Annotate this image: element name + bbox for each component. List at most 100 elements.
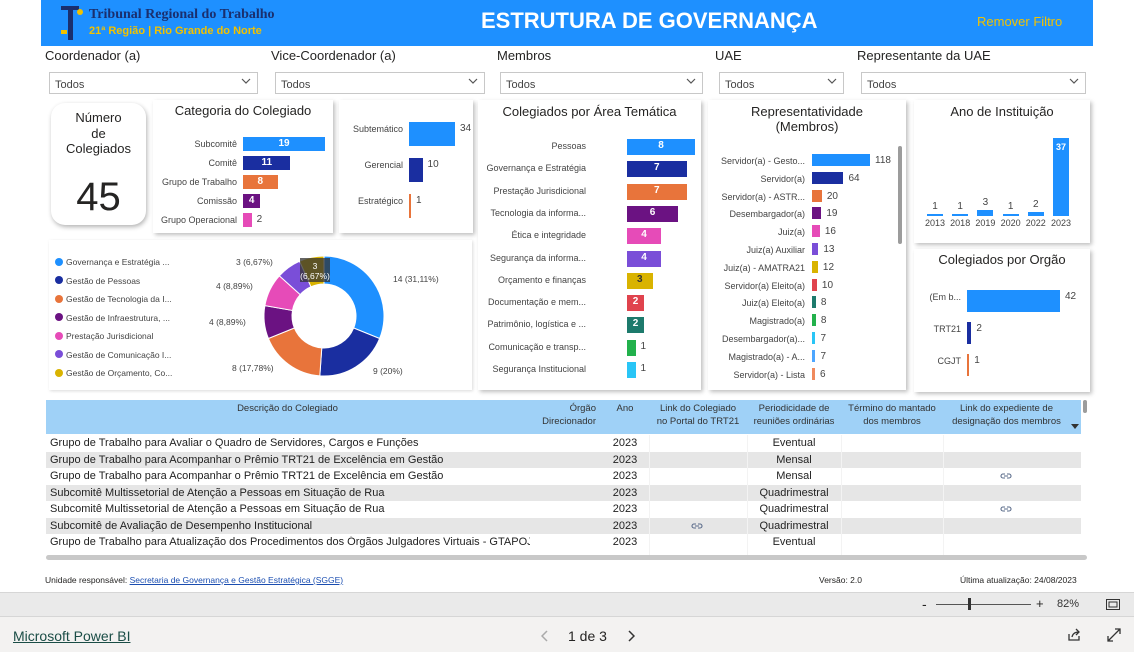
bar-category-label: Patrimônio, logística e ... [487,319,586,330]
powerbi-brand-link[interactable]: Microsoft Power BI [13,628,130,644]
col-header-ano[interactable]: Ano [603,402,647,415]
table-vertical-scrollbar[interactable] [1083,400,1087,413]
column-value-label: 1 [1007,200,1014,212]
bar[interactable] [409,194,411,218]
chevron-right-icon[interactable] [627,630,635,642]
donut-slice[interactable] [323,255,385,340]
zoom-slider-thumb[interactable] [968,598,971,610]
bar-value-label: 7 [820,350,826,362]
chart-ano-instituicao[interactable]: Ano de Instituição 1 2013 1 2018 3 2019 1 2020 2… [914,100,1090,243]
chevron-down-icon [827,78,837,84]
sort-desc-icon[interactable] [1071,424,1079,430]
bar-category-label: Prestação Jurisdicional [493,185,586,196]
slicer-membros[interactable]: Todos [500,72,703,94]
column[interactable] [952,213,969,216]
bar-category-label: Juiz(a) - AMATRA21 [723,262,805,273]
bar[interactable] [812,314,816,327]
bar-value-label: 6 [649,206,656,218]
chart-representatividade[interactable]: Representatividade (Membros) Servidor(a)… [708,100,906,390]
zoom-in-button[interactable]: + [1036,596,1044,611]
bar[interactable] [627,362,636,378]
bar[interactable] [967,354,970,376]
remove-filter-button[interactable]: Remover Filtro [977,14,1062,29]
bar[interactable] [812,349,816,362]
slicer-uae[interactable]: Todos [719,72,844,94]
bar[interactable] [627,339,636,356]
table-row[interactable]: Grupo de Trabalho para Avaliar o Quadro … [46,435,1081,452]
table-colegiados[interactable]: Descrição do Colegiado Órgão Direcionado… [46,400,1091,556]
column[interactable] [1002,213,1019,216]
share-icon[interactable] [1067,628,1081,642]
bar-value-label: 10 [427,159,439,170]
bar-value-label: 3 [636,273,643,285]
col-header-descricao[interactable]: Descrição do Colegiado [46,402,529,415]
bar[interactable] [409,158,423,182]
chart-colegiados-orgao[interactable]: Colegiados por Orgão (Em b... 42 TRT21 2 CGJ… [914,249,1090,392]
chart-categoria-colegiado[interactable]: Categoria do Colegiado Subcomitê 19 Comitê… [153,100,333,233]
table-row[interactable]: Grupo de Trabalho para Acompanhar o Prêm… [46,468,1081,485]
table-row[interactable]: Subcomitê Multissetorial de Atenção a Pe… [46,484,1081,501]
kpi-label-line: Colegiados [65,141,132,156]
chevron-left-icon[interactable] [541,630,549,642]
column-divider [747,435,748,556]
cell-periodicidade: Quadrimestral [759,503,829,515]
slicer-representante-uae[interactable]: Todos [861,72,1086,94]
bar[interactable] [812,154,870,166]
table-row[interactable]: Grupo de Trabalho para Acompanhar o Prêm… [46,451,1081,468]
donut-data-label: 3 (6,67%) [236,257,273,267]
column[interactable] [1027,211,1044,216]
table-row[interactable]: Grupo de Trabalho para Atualização dos P… [46,534,1081,551]
bar[interactable] [812,367,815,380]
bar[interactable] [409,122,455,146]
bar-category-label: TRT21 [933,324,961,334]
table-horizontal-scrollbar[interactable] [46,555,1087,560]
zoom-slider-track[interactable] [936,604,1031,605]
fullscreen-icon[interactable] [1107,628,1121,642]
bar-value-label: 8 [820,297,827,309]
chart-area-tematica[interactable]: Colegiados por Área Temática Pessoas 8 Gov… [478,100,701,390]
bar[interactable] [812,243,819,255]
table-row[interactable]: Subcomitê Multissetorial de Atenção a Pe… [46,501,1081,518]
link-icon[interactable] [1000,471,1012,479]
chart-title-line: (Membros) [775,119,839,134]
bar[interactable] [812,171,844,184]
logo-text-line2: 21ª Região | Rio Grande do Norte [89,25,262,37]
bar[interactable] [812,332,816,344]
bar[interactable] [967,290,1060,312]
bar[interactable] [243,213,252,227]
bar-category-label: Documentação e mem... [487,297,586,308]
col-header-link[interactable]: Link do Colegiado no Portal do TRT21 [649,402,747,428]
bar[interactable] [967,322,972,344]
link-icon[interactable] [1000,504,1012,512]
bar-category-label: Tecnologia da informa... [490,207,586,218]
table-row[interactable]: Subcomitê de Avaliação de Desempenho Ins… [46,517,1081,534]
chart-nivel-colegiado[interactable]: Subtemático 34 Gerencial 10 Estratégico 1 [339,100,473,233]
bar[interactable] [812,296,816,309]
bar[interactable] [812,225,820,238]
column[interactable] [977,209,994,216]
bar-value-label: 4 [641,251,647,263]
bar[interactable] [812,260,818,273]
link-icon[interactable] [691,521,703,529]
slicer-coordenador[interactable]: Todos [49,72,258,94]
slicer-vice-coordenador[interactable]: Todos [275,72,485,94]
col-header-termino[interactable]: Término do mantado dos membros [841,402,943,428]
donut-slice[interactable] [319,327,381,377]
bar[interactable] [812,278,817,291]
slicer-label-coordenador: Coordenador (a) [45,48,141,63]
bar[interactable] [812,189,822,202]
col-header-expediente[interactable]: Link do expediente de designação dos mem… [943,402,1070,428]
fit-to-page-icon[interactable] [1106,599,1120,610]
chart-donut-macroprocesso[interactable]: Governança e Estratégia ... Gestão de Pes… [49,240,472,390]
col-header-periodicidade[interactable]: Periodicidade de reuniões ordinárias [747,402,841,428]
bar-category-label: Desembargador(a) [729,209,805,220]
col-header-line: dos membros [863,416,921,427]
bar-category-label: Pessoas [551,141,586,151]
x-tick-label: 2022 [1025,218,1046,228]
bar[interactable] [812,207,822,220]
zoom-out-button[interactable]: - [922,597,927,611]
scrollbar[interactable] [898,146,902,244]
unidade-link[interactable]: Secretaria de Governança e Gestão Estrat… [130,575,344,585]
col-header-orgao[interactable]: Órgão Direcionador [534,402,596,428]
column[interactable] [927,213,943,216]
